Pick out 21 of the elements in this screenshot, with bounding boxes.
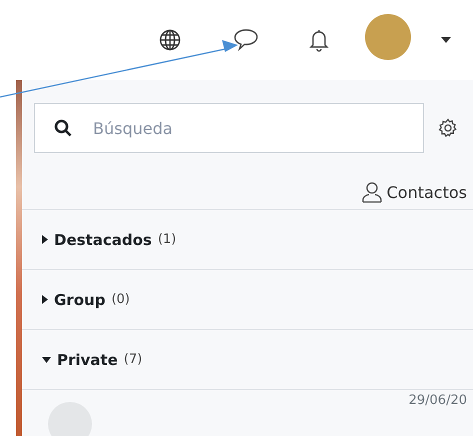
caret-right-icon (42, 235, 48, 244)
notifications-button[interactable] (309, 28, 329, 52)
person-icon (360, 181, 383, 203)
settings-icon (438, 118, 458, 138)
messages-button[interactable] (233, 28, 259, 52)
bell-icon (309, 28, 329, 52)
settings-button[interactable] (438, 118, 458, 138)
section-toggle[interactable]: Group (0) (42, 290, 130, 308)
section-toggle[interactable]: Destacados (1) (42, 230, 176, 248)
caret-right-icon (42, 295, 48, 304)
user-menu-toggle[interactable] (441, 37, 451, 43)
speech-bubble-icon (233, 28, 259, 52)
globe-icon (159, 29, 181, 51)
section-toggle[interactable]: Private (7) (42, 350, 142, 368)
caret-down-icon (441, 37, 451, 43)
conversation-date: 29/06/20 (408, 393, 467, 410)
search-icon (54, 119, 72, 137)
language-button[interactable] (159, 29, 181, 51)
contacts-link[interactable]: Contactos (360, 175, 467, 209)
caret-down-icon (42, 356, 51, 362)
search-field[interactable]: Búsqueda (34, 103, 424, 153)
